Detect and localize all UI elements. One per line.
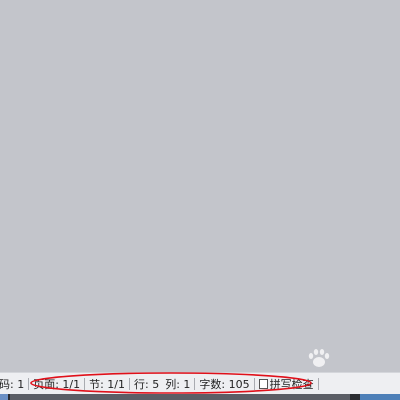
taskbar-active-app[interactable] <box>10 394 350 400</box>
status-section[interactable]: 节: 1/1 <box>86 373 128 394</box>
taskbar-tray[interactable] <box>360 394 400 400</box>
status-separator <box>84 377 86 390</box>
status-separator <box>28 377 30 390</box>
status-word-count[interactable]: 字数: 105 <box>196 373 252 394</box>
status-separator <box>317 377 319 390</box>
checkbox-icon[interactable] <box>258 378 268 389</box>
status-separator <box>194 377 196 390</box>
status-code[interactable]: 码: 1 <box>0 373 27 394</box>
taskbar-start-button[interactable] <box>0 394 8 400</box>
status-bar: 码: 1 页面: 1/1 节: 1/1 行: 5 列: 1 字数: 105 拼写… <box>0 372 400 394</box>
taskbar-divider <box>350 394 360 400</box>
status-separator <box>253 377 255 390</box>
status-column[interactable]: 列: 1 <box>162 373 193 394</box>
spell-check-toggle[interactable]: 拼写检查 <box>256 373 317 394</box>
status-page[interactable]: 页面: 1/1 <box>30 373 83 394</box>
word-processor-window: 码: 1 页面: 1/1 节: 1/1 行: 5 列: 1 字数: 105 拼写… <box>0 0 400 400</box>
taskbar <box>0 394 400 400</box>
status-separator <box>129 377 131 390</box>
status-row[interactable]: 行: 5 <box>131 373 162 394</box>
spell-check-label: 拼写检查 <box>269 377 314 391</box>
document-workspace[interactable] <box>0 0 400 372</box>
